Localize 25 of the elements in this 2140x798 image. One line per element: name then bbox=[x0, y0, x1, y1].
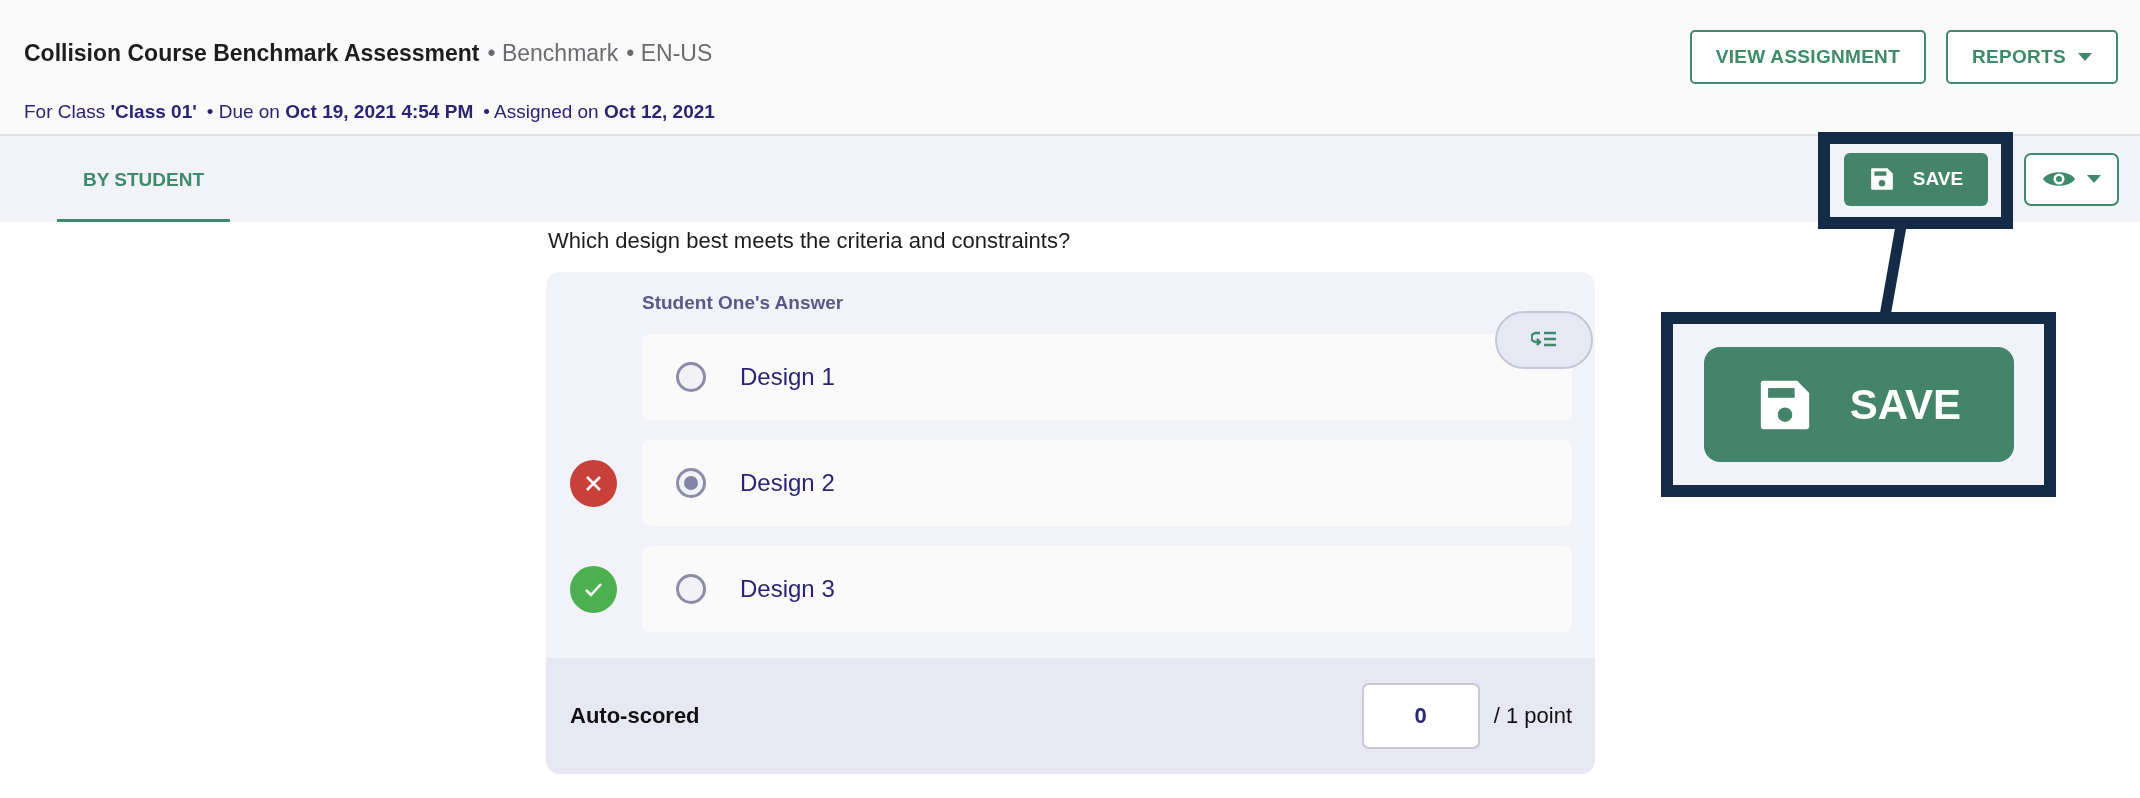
view-assignment-button[interactable]: VIEW ASSIGNMENT bbox=[1689, 30, 1927, 84]
assessment-title: Collision Course Benchmark Assessment bbox=[24, 40, 480, 67]
toggle-view-button[interactable] bbox=[1495, 311, 1593, 369]
assignment-detail: • Due on Oct 19, 2021 4:54 PM bbox=[206, 101, 474, 123]
cross-icon bbox=[570, 459, 617, 507]
max-points: / 1 point bbox=[1493, 703, 1572, 729]
assessment-tag: • EN-US bbox=[626, 40, 713, 67]
check-icon bbox=[570, 565, 617, 613]
assessment-tag: • Benchmark bbox=[487, 40, 619, 67]
question-text: Which design best meets the criteria and constraints? bbox=[547, 228, 1072, 254]
eye-icon bbox=[2042, 169, 2075, 189]
option-label: Design 1 bbox=[740, 363, 835, 391]
score-input[interactable]: 0 bbox=[1361, 683, 1480, 749]
assignment-detail: • Assigned on Oct 12, 2021 bbox=[483, 101, 715, 123]
scoring-label: Auto-scored bbox=[570, 703, 700, 729]
caret-icon bbox=[2078, 53, 2092, 61]
tab[interactable]: BY STUDENT bbox=[57, 136, 231, 222]
assignment-detail: For Class 'Class 01' bbox=[24, 101, 197, 123]
option-label: Design 3 bbox=[740, 575, 835, 603]
visibility-dropdown[interactable] bbox=[2024, 152, 2119, 206]
option-label: Design 2 bbox=[740, 469, 835, 497]
caret-icon bbox=[2086, 175, 2101, 183]
save-button[interactable]: SAVE bbox=[1844, 152, 1988, 206]
answer-heading: Student One's Answer bbox=[642, 292, 845, 314]
reports-dropdown[interactable]: REPORTS bbox=[1946, 30, 2118, 84]
